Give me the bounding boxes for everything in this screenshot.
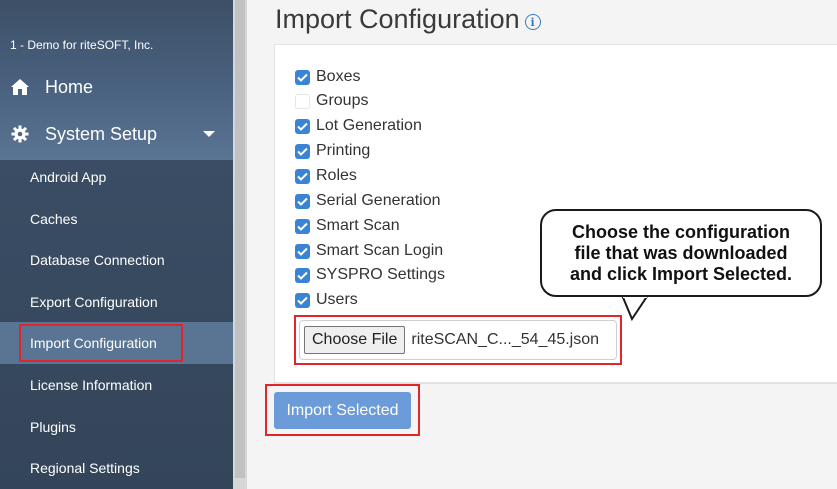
checkbox-unchecked-icon[interactable] xyxy=(295,93,310,109)
checkbox-checked-icon[interactable] xyxy=(295,218,310,234)
sidebar-item-license-information[interactable]: License Information xyxy=(0,364,233,406)
selected-file-name: riteSCAN_C..._54_45.json xyxy=(411,331,600,348)
checkbox-checked-icon[interactable] xyxy=(295,118,310,134)
option-users[interactable]: Users xyxy=(295,289,358,311)
option-label: Smart Scan xyxy=(316,217,400,234)
gear-icon xyxy=(10,124,30,144)
checkbox-checked-icon[interactable] xyxy=(295,168,310,184)
checkbox-checked-icon[interactable] xyxy=(295,193,310,209)
nav-home[interactable]: Home xyxy=(0,65,233,109)
nav-system-setup-label: System Setup xyxy=(45,123,158,144)
option-smart-scan[interactable]: Smart Scan xyxy=(295,215,400,237)
sidebar-item-android-app[interactable]: Android App xyxy=(0,156,233,198)
file-input[interactable]: Choose File riteSCAN_C..._54_45.json xyxy=(299,320,617,360)
page-title: Import Configuration i xyxy=(275,4,541,35)
sidebar-item-database-connection[interactable]: Database Connection xyxy=(0,239,233,281)
nav-home-label: Home xyxy=(45,76,94,97)
callout-pointer xyxy=(621,295,649,321)
checkbox-checked-icon[interactable] xyxy=(295,69,310,85)
option-serial-generation[interactable]: Serial Generation xyxy=(295,190,441,212)
option-printing[interactable]: Printing xyxy=(295,140,370,162)
checkbox-checked-icon[interactable] xyxy=(295,143,310,159)
page-title-text: Import Configuration xyxy=(275,4,520,34)
company-name: 1 - Demo for riteSOFT, Inc. xyxy=(10,38,154,52)
checkbox-checked-icon[interactable] xyxy=(295,243,310,259)
choose-file-button[interactable]: Choose File xyxy=(304,326,406,354)
option-smart-scan-login[interactable]: Smart Scan Login xyxy=(295,240,443,262)
option-label: Printing xyxy=(316,142,371,159)
option-groups[interactable]: Groups xyxy=(295,90,368,112)
option-label: Smart Scan Login xyxy=(316,242,444,259)
sidebar-scrollbar[interactable] xyxy=(233,0,247,489)
option-roles[interactable]: Roles xyxy=(295,165,357,187)
checkbox-checked-icon[interactable] xyxy=(295,292,310,308)
option-lot-generation[interactable]: Lot Generation xyxy=(295,115,422,137)
scrollbar-thumb[interactable] xyxy=(235,0,245,478)
option-syspro-settings[interactable]: SYSPRO Settings xyxy=(295,264,445,286)
option-label: Roles xyxy=(316,167,357,184)
home-icon xyxy=(10,77,30,97)
sidebar-item-caches[interactable]: Caches xyxy=(0,198,233,240)
option-label: Lot Generation xyxy=(316,117,422,134)
file-input-highlight: Choose File riteSCAN_C..._54_45.json xyxy=(294,315,622,365)
sidebar-item-regional-settings[interactable]: Regional Settings xyxy=(0,447,233,489)
option-label: Boxes xyxy=(316,68,361,85)
sidebar-highlight-box xyxy=(19,324,183,362)
option-label: Serial Generation xyxy=(316,192,441,209)
option-label: Groups xyxy=(316,92,369,109)
sidebar-item-plugins[interactable]: Plugins xyxy=(0,406,233,448)
chevron-down-icon xyxy=(203,131,215,137)
info-icon[interactable]: i xyxy=(524,14,541,30)
import-selected-button[interactable]: Import Selected xyxy=(274,392,411,429)
sidebar-item-export-configuration[interactable]: Export Configuration xyxy=(0,281,233,323)
checkbox-checked-icon[interactable] xyxy=(295,267,310,283)
instruction-callout: Choose the configuration file that was d… xyxy=(540,209,822,297)
option-boxes[interactable]: Boxes xyxy=(295,66,360,88)
nav-system-setup[interactable]: System Setup xyxy=(0,112,233,156)
option-label: SYSPRO Settings xyxy=(316,266,445,283)
option-label: Users xyxy=(316,291,358,308)
sidebar: 1 - Demo for riteSOFT, Inc. Home System … xyxy=(0,0,233,489)
